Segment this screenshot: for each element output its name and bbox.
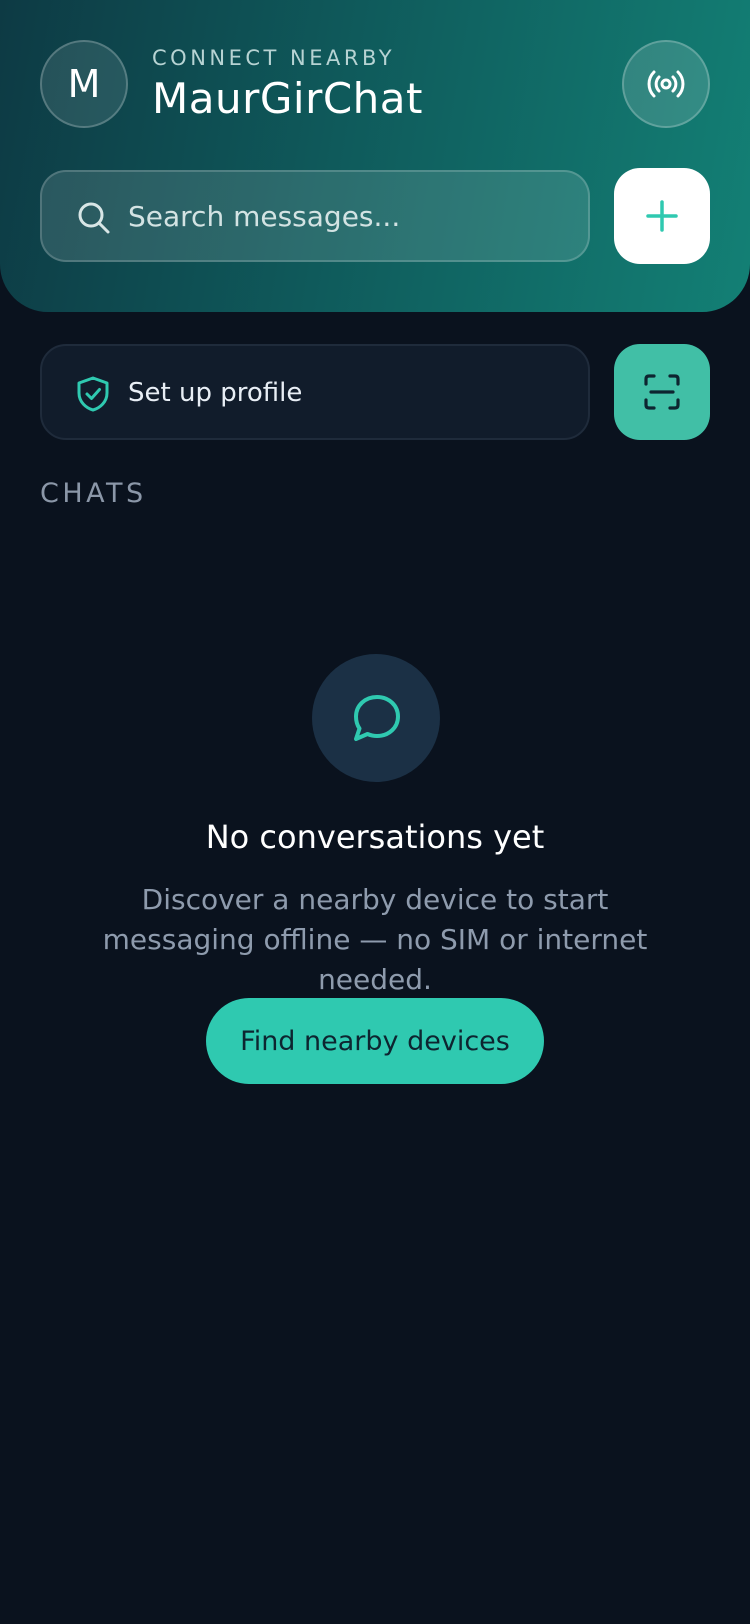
empty-state-description: Discover a nearby device to start messag… — [102, 883, 648, 996]
scan-icon — [644, 374, 680, 410]
scan-button[interactable] — [614, 344, 710, 440]
find-nearby-devices-label: Find nearby devices — [240, 1025, 510, 1057]
search-bar[interactable] — [40, 170, 590, 262]
header-eyebrow: CONNECT NEARBY — [152, 46, 396, 70]
shield-check-icon — [77, 376, 109, 412]
find-nearby-devices-button[interactable]: Find nearby devices — [206, 998, 544, 1084]
new-chat-button[interactable] — [614, 168, 710, 264]
plus-icon — [646, 200, 678, 232]
empty-state-title: No conversations yet — [205, 818, 545, 856]
chat-bubble-icon — [354, 695, 400, 741]
search-input[interactable] — [128, 172, 568, 260]
avatar[interactable]: M — [40, 40, 128, 128]
broadcast-button[interactable] — [622, 40, 710, 128]
empty-state-icon-badge — [312, 654, 440, 782]
app-header: M CONNECT NEARBY MaurGirChat — [0, 0, 750, 312]
setup-profile-button[interactable]: Set up profile — [40, 344, 590, 440]
chats-section-label: CHATS — [40, 478, 147, 509]
broadcast-icon — [647, 70, 685, 98]
page-title: MaurGirChat — [152, 74, 423, 123]
search-icon — [78, 202, 110, 234]
avatar-initial: M — [67, 62, 101, 106]
setup-profile-label: Set up profile — [128, 378, 303, 408]
